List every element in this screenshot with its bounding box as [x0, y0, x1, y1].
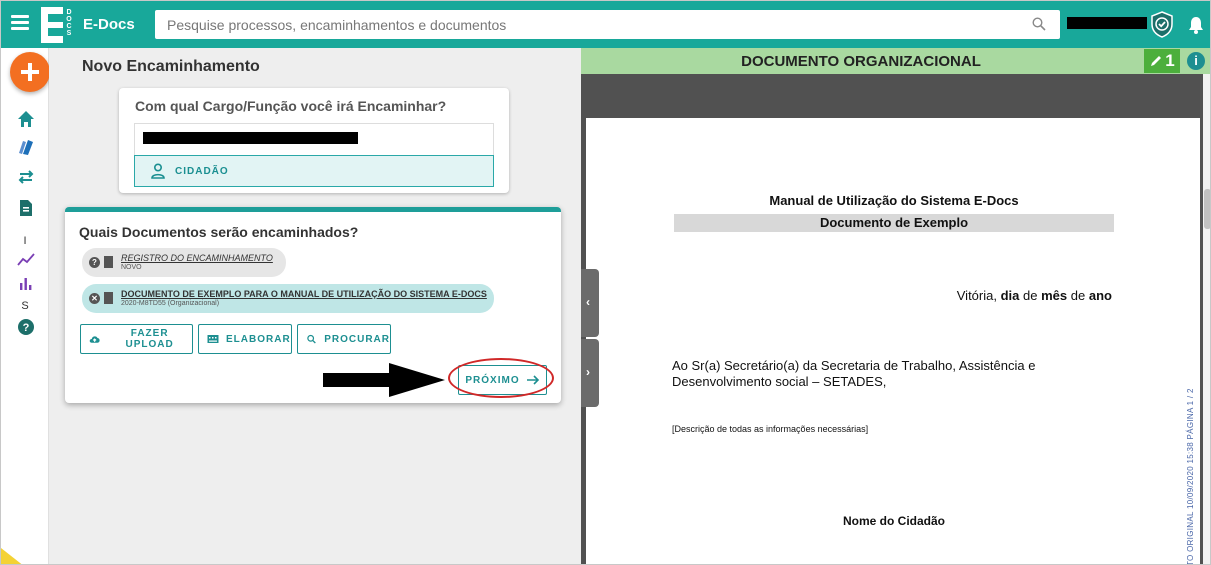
- transfer-icon[interactable]: [17, 168, 35, 186]
- search-box: [155, 10, 1060, 39]
- role-card: Com qual Cargo/Função você irá Encaminha…: [119, 88, 509, 193]
- recipient-line-1: Ao Sr(a) Secretário(a) da Secretaria de …: [672, 358, 1036, 373]
- documents-card: Quais Documentos serão encaminhados? ? R…: [65, 207, 561, 403]
- add-button[interactable]: [10, 52, 50, 92]
- shield-check-icon[interactable]: [1150, 11, 1174, 38]
- scrollbar-thumb[interactable]: [1204, 189, 1210, 229]
- document-page: Manual de Utilização do Sistema E-Docs D…: [586, 118, 1200, 565]
- date-de: de: [1023, 288, 1038, 303]
- collapse-left-button[interactable]: ‹: [581, 269, 599, 337]
- pointer-arrow: [323, 363, 445, 397]
- bell-icon[interactable]: [1188, 16, 1204, 34]
- date-day: dia: [1000, 288, 1020, 303]
- menu-icon[interactable]: [11, 15, 29, 31]
- rail-section-i: I: [23, 235, 27, 247]
- forwarding-pane: Novo Encaminhamento Com qual Cargo/Funçã…: [49, 48, 581, 564]
- document-title[interactable]: REGISTRO DO ENCAMINHAMENTO: [121, 253, 273, 263]
- role-option-redacted[interactable]: [134, 123, 494, 155]
- create-button-label: ELABORAR: [226, 333, 291, 345]
- bar-chart-icon[interactable]: [17, 274, 35, 292]
- logo-docs-text: DOCS: [66, 9, 72, 37]
- chevron-right-icon: ›: [586, 365, 590, 379]
- role-option-citizen-label: CIDADÃO: [175, 166, 229, 177]
- viewer-header: DOCUMENTO ORGANIZACIONAL 1 i: [581, 48, 1210, 74]
- help-icon[interactable]: ?: [17, 318, 35, 336]
- user-name-redacted[interactable]: [1067, 17, 1147, 29]
- keyboard-icon: [207, 335, 219, 343]
- help-circle-icon: ?: [89, 257, 100, 268]
- chevron-left-icon: ‹: [586, 295, 590, 309]
- create-button[interactable]: ELABORAR: [198, 324, 292, 354]
- date-month: mês: [1041, 288, 1068, 303]
- svg-text:?: ?: [23, 322, 30, 334]
- top-bar: DOCS E-Docs: [1, 1, 1210, 48]
- info-icon[interactable]: i: [1187, 52, 1205, 70]
- search-documents-button[interactable]: PROCURAR: [297, 324, 391, 354]
- viewer-scrollbar[interactable]: [1203, 74, 1210, 564]
- page-title: Novo Encaminhamento: [82, 58, 260, 75]
- highlight-ellipse: [448, 358, 554, 398]
- cloud-upload-icon: [89, 336, 100, 343]
- document-date: Vitória, dia de mês de ano: [957, 288, 1112, 303]
- edit-count: 1: [1165, 51, 1175, 70]
- edit-badge[interactable]: 1: [1144, 49, 1180, 73]
- authentication-stamp: TO ORIGINAL 10/09/2020 15:38 PÁGINA 1 / …: [1186, 388, 1195, 565]
- left-rail: I S ?: [1, 48, 50, 564]
- app-window: DOCS E-Docs Pesquise processos, encaminh…: [0, 0, 1211, 565]
- document-description: [Descrição de todas as informações neces…: [672, 424, 869, 434]
- logo[interactable]: DOCS: [41, 7, 75, 43]
- date-year: ano: [1088, 288, 1112, 303]
- file-icon: [104, 256, 113, 268]
- document-viewer: DOCUMENTO ORGANIZACIONAL 1 i Manual de U…: [581, 48, 1210, 565]
- date-de: de: [1070, 288, 1086, 303]
- document-title: Manual de Utilização do Sistema E-Docs: [769, 193, 1019, 208]
- upload-button[interactable]: FAZER UPLOAD: [80, 324, 193, 354]
- search-icon: [307, 334, 316, 344]
- person-icon: [151, 163, 165, 179]
- document-icon[interactable]: [17, 199, 35, 217]
- search-documents-button-label: PROCURAR: [324, 333, 390, 345]
- file-icon: [104, 292, 113, 304]
- role-question: Com qual Cargo/Função você irá Encaminha…: [135, 98, 447, 114]
- upload-button-label: FAZER UPLOAD: [125, 328, 174, 350]
- expand-right-button[interactable]: ›: [581, 339, 599, 407]
- search-input[interactable]: [155, 10, 1015, 39]
- home-icon[interactable]: [17, 110, 35, 128]
- documents-question: Quais Documentos serão encaminhados?: [79, 224, 359, 240]
- document-subtitle: Documento de Exemplo: [674, 214, 1114, 232]
- recipient-line-2: Desenvolvimento social – SETADES,: [672, 374, 887, 389]
- date-prefix: Vitória,: [956, 288, 997, 303]
- redacted-role: [143, 132, 358, 144]
- document-subtitle: 2020-M8TD55 (Organizacional): [121, 300, 220, 307]
- document-chip-example[interactable]: ✕ DOCUMENTO DE EXEMPLO PARA O MANUAL DE …: [82, 284, 494, 313]
- remove-circle-icon[interactable]: ✕: [89, 293, 100, 304]
- document-chip-register[interactable]: ? REGISTRO DO ENCAMINHAMENTO NOVO: [82, 248, 286, 277]
- corner-notch: [1, 548, 29, 564]
- app-name[interactable]: E-Docs: [83, 16, 135, 33]
- viewer-title: DOCUMENTO ORGANIZACIONAL: [741, 53, 981, 70]
- documents-stack-icon[interactable]: [17, 138, 35, 156]
- document-subtitle: NOVO: [121, 264, 142, 271]
- document-title[interactable]: DOCUMENTO DE EXEMPLO PARA O MANUAL DE UT…: [121, 289, 487, 299]
- role-option-citizen[interactable]: CIDADÃO: [134, 155, 494, 187]
- search-icon[interactable]: [1032, 17, 1046, 31]
- rail-section-s: S: [21, 300, 29, 312]
- pencil-icon: [1151, 56, 1162, 66]
- signature-name: Nome do Cidadão: [842, 514, 945, 528]
- logo-e-mark: [41, 7, 63, 43]
- trend-icon[interactable]: [17, 251, 35, 269]
